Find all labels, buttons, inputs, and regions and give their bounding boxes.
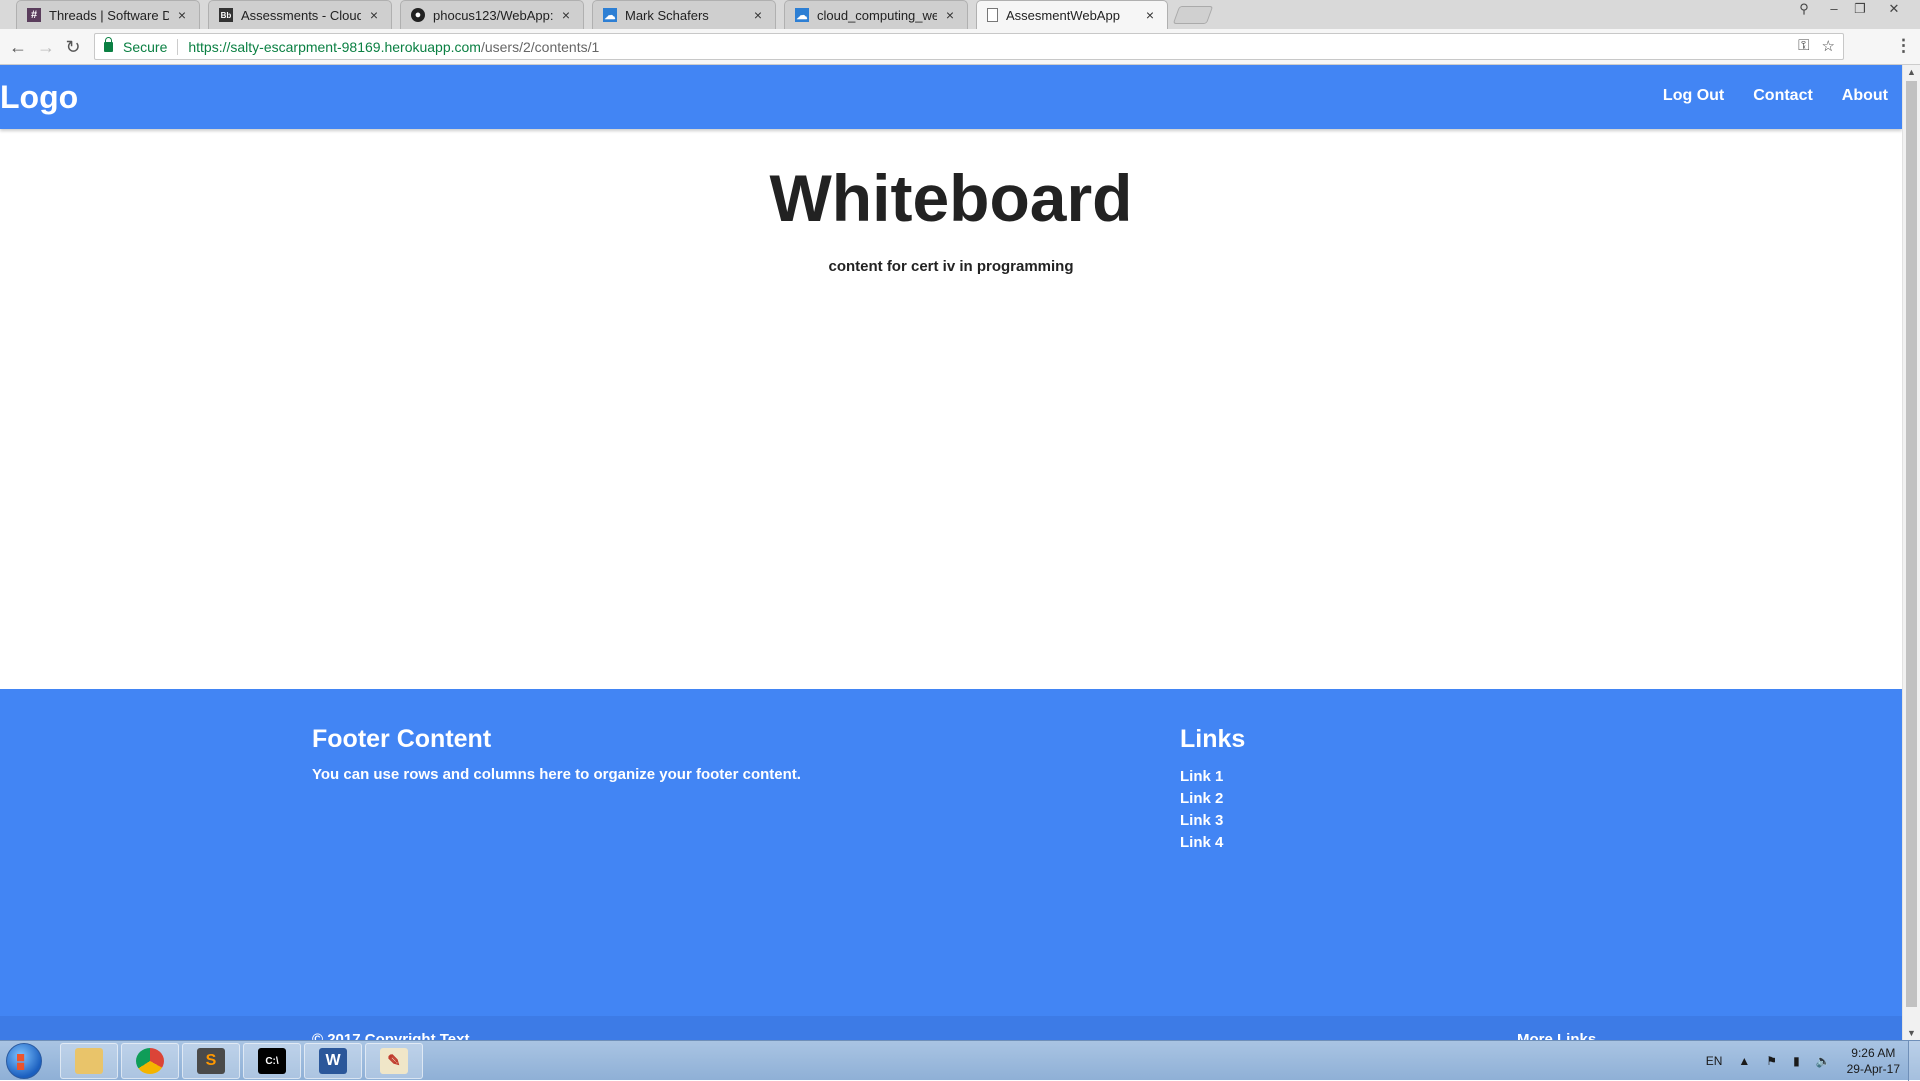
star-icon[interactable]: ☆ [1822,37,1835,55]
clock-date: 29-Apr-17 [1846,1062,1900,1076]
restore-button[interactable]: ❐ [1848,0,1872,17]
tab-title: Assessments - Cloud Co [241,7,361,23]
about-link[interactable]: About [1842,87,1888,105]
system-tray: EN ▲ ⚑ ▮ 🔈 9:26 AM 29-Apr-17 [1706,1041,1900,1081]
nav-links: Log Out Contact About [1663,87,1888,105]
scroll-up-icon[interactable]: ▲ [1903,67,1920,77]
sublime-icon: S [197,1048,225,1074]
browser-tab-active[interactable]: AssesmentWebApp × [976,0,1168,29]
key-icon[interactable]: ⚿ [1798,37,1809,55]
show-hidden-icons-icon[interactable]: ▲ [1738,1054,1750,1068]
page-title: Whiteboard [769,161,1133,235]
footer-links-heading: Links [1180,725,1246,753]
cloud-icon: ☁ [603,8,617,22]
tab-title: AssesmentWebApp [1006,7,1120,23]
volume-icon[interactable]: 🔈 [1816,1054,1831,1068]
back-icon[interactable]: ← [8,37,28,57]
tab-title: phocus123/WebApp: As [433,7,553,23]
show-desktop-button[interactable] [1908,1041,1920,1081]
reload-icon[interactable]: ↻ [63,37,83,57]
footer-copyright-bar: © 2017 Copyright Text More Links [0,1016,1902,1040]
new-tab-button[interactable] [1172,6,1214,24]
paint-icon: ✎ [380,1048,408,1074]
footer-link[interactable]: Link 4 [1180,832,1223,854]
close-icon[interactable]: × [751,7,765,23]
browser-tab[interactable]: ☁ cloud_computing_wep_a × [784,0,968,29]
footer-text: You can use rows and columns here to org… [312,766,801,783]
close-icon[interactable]: × [943,7,957,23]
browser-tab[interactable]: ● phocus123/WebApp: As × [400,0,584,29]
taskbar-file-explorer[interactable] [60,1043,118,1079]
clock-time: 9:26 AM [1851,1046,1896,1060]
browser-tab[interactable]: # Threads | Software Devel × [16,0,200,29]
tab-title: cloud_computing_wep_a [817,7,937,23]
footer-link[interactable]: Link 1 [1180,766,1223,788]
site-footer: Footer Content You can use rows and colu… [0,689,1902,1040]
taskbar-command-prompt[interactable]: C:\ [243,1043,301,1079]
language-indicator[interactable]: EN [1706,1054,1723,1068]
forward-icon[interactable]: → [36,37,56,57]
divider [177,38,179,55]
folder-icon [75,1048,103,1074]
browser-tab[interactable]: ☁ Mark Schafers × [592,0,776,29]
logout-link[interactable]: Log Out [1663,87,1724,105]
profile-icon[interactable]: ⚲ [1792,0,1816,17]
network-icon[interactable]: ▮ [1793,1054,1800,1068]
taskbar-chrome[interactable] [121,1043,179,1079]
footer-links-list: Link 1 Link 2 Link 3 Link 4 [1180,766,1223,854]
footer-link[interactable]: Link 2 [1180,788,1223,810]
address-bar[interactable]: Secure https://salty-escarpment-98169.he… [94,33,1844,60]
secure-label: Secure [123,38,168,55]
browser-tab-strip: # Threads | Software Devel × Bb Assessme… [0,0,1920,29]
menu-icon[interactable]: ⋮ [1895,36,1912,56]
lock-icon [104,36,113,52]
url-host[interactable]: https://salty-escarpment-98169.herokuapp… [188,39,481,55]
page-scrollbar[interactable]: ▲ ▼ [1902,65,1920,1040]
browser-toolbar: ← → ↻ Secure https://salty-escarpment-98… [0,29,1920,65]
tab-title: Threads | Software Devel [49,7,169,23]
scroll-down-icon[interactable]: ▼ [1903,1028,1920,1038]
close-icon[interactable]: × [559,7,573,23]
tab-title: Mark Schafers [625,7,709,23]
more-links-link[interactable]: More Links [1517,1031,1596,1040]
browser-tab[interactable]: Bb Assessments - Cloud Co × [208,0,392,29]
close-window-button[interactable]: ✕ [1882,0,1906,17]
page-icon [987,8,998,22]
taskbar-paint[interactable]: ✎ [365,1043,423,1079]
chrome-icon [136,1048,164,1074]
word-icon: W [319,1048,347,1074]
cloud-icon: ☁ [795,8,809,22]
footer-heading: Footer Content [312,725,492,753]
taskbar-sublime-text[interactable]: S [182,1043,240,1079]
url-path[interactable]: /users/2/contents/1 [481,39,599,55]
page-subtitle: content for cert iv in programming [828,258,1074,275]
terminal-icon: C:\ [258,1048,286,1074]
copyright-text: © 2017 Copyright Text [312,1031,470,1040]
github-icon: ● [411,8,425,22]
start-button[interactable] [6,1043,42,1079]
bb-icon: Bb [219,8,233,22]
site-logo[interactable]: Logo [0,79,78,116]
close-icon[interactable]: × [175,7,189,23]
minimize-button[interactable]: – [1822,0,1846,17]
address-bar-actions: ⚿ ☆ [1798,37,1835,55]
taskbar-word[interactable]: W [304,1043,362,1079]
clock[interactable]: 9:26 AM 29-Apr-17 [1847,1045,1900,1077]
contact-link[interactable]: Contact [1753,87,1813,105]
site-navbar: Logo Log Out Contact About [0,65,1902,129]
action-center-icon[interactable]: ⚑ [1766,1054,1777,1068]
close-icon[interactable]: × [1143,7,1157,23]
hash-icon: # [27,8,41,22]
close-icon[interactable]: × [367,7,381,23]
footer-link[interactable]: Link 3 [1180,810,1223,832]
taskbar: S C:\ W ✎ EN ▲ ⚑ ▮ 🔈 9:26 AM 29-Apr-17 [0,1040,1920,1081]
web-page: Logo Log Out Contact About Whiteboard co… [0,65,1902,1040]
scroll-thumb[interactable] [1906,81,1917,1007]
